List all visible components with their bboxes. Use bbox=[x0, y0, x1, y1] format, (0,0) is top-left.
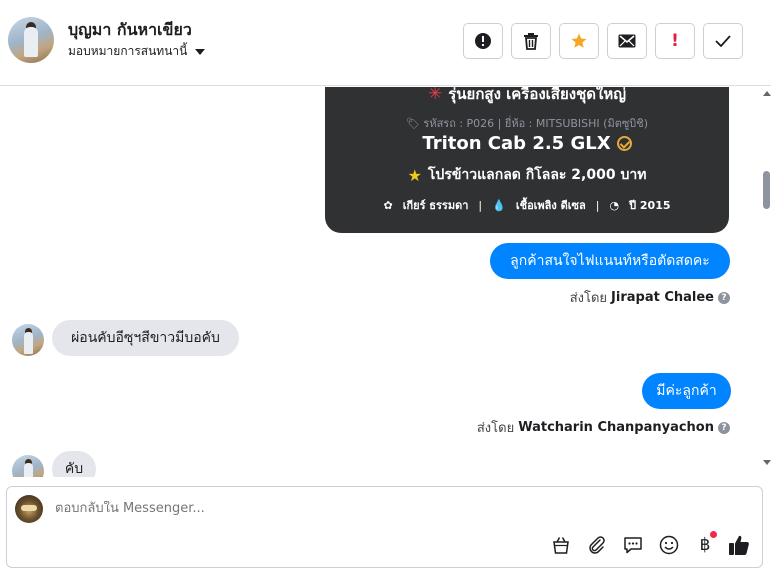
contact-avatar-small[interactable] bbox=[12, 324, 44, 356]
fuel-drop-icon: 💧 bbox=[492, 198, 506, 212]
like-button[interactable] bbox=[727, 533, 751, 557]
spec-fuel: เชื้อเพลิง ดีเซล bbox=[515, 199, 586, 212]
mark-unread-button[interactable] bbox=[607, 23, 647, 59]
envelope-icon bbox=[618, 34, 636, 48]
sent-by-label: ส่งโดย Jirapat Chalee ? bbox=[570, 287, 730, 308]
divider: | bbox=[478, 198, 483, 212]
attach-button[interactable] bbox=[585, 533, 609, 557]
saved-replies-button[interactable] bbox=[621, 533, 645, 557]
contact-avatar[interactable] bbox=[8, 17, 54, 63]
scrollbar[interactable] bbox=[762, 87, 771, 469]
card-promo: โปรข้าวแลกลด กิโลละ 2,000 บาท bbox=[427, 167, 647, 183]
message-bubble-incoming[interactable]: คับ bbox=[52, 451, 96, 477]
card-model: Triton Cab 2.5 GLX bbox=[422, 133, 611, 154]
baht-payment-icon: ฿ bbox=[699, 535, 711, 555]
sender-name: Watcharin Chanpanyachon bbox=[518, 420, 714, 435]
question-icon[interactable]: ? bbox=[718, 291, 730, 304]
spec-year: ปี 2015 bbox=[629, 199, 671, 212]
message-bubble-incoming[interactable]: ผ่อนคับอีซุฯสีขาวมีบอคับ bbox=[52, 320, 239, 356]
conversation-header: บุญมา กันหาเขียว มอบหมายการสนทนานี้ ! bbox=[0, 0, 771, 86]
mark-done-button[interactable] bbox=[703, 23, 743, 59]
card-title: รุ่นยกสูง เครื่องเสียงชุดใหญ่ bbox=[448, 87, 626, 103]
page-avatar bbox=[15, 495, 43, 523]
mark-spam-button[interactable] bbox=[463, 23, 503, 59]
divider: | bbox=[595, 198, 600, 212]
asterisk-icon: ✳ bbox=[428, 87, 443, 104]
payment-button[interactable]: ฿ bbox=[693, 531, 717, 557]
gear-icon: ✿ bbox=[383, 198, 393, 212]
saved-replies-icon bbox=[624, 537, 642, 554]
product-card[interactable]: ✳ รุ่นยกสูง เครื่องเสียงชุดใหญ่ 🏷 รหัสรถ… bbox=[325, 87, 729, 233]
message-thread: ✳ รุ่นยกสูง เครื่องเสียงชุดใหญ่ 🏷 รหัสรถ… bbox=[0, 87, 762, 477]
reply-input[interactable] bbox=[55, 501, 655, 516]
scroll-up-arrow-icon[interactable] bbox=[763, 91, 771, 96]
spec-transmission: เกียร์ ธรรมดา bbox=[402, 199, 469, 212]
emoji-button[interactable] bbox=[657, 533, 681, 557]
contact-avatar-small[interactable] bbox=[12, 455, 44, 477]
card-meta-text: รหัสรถ : P026 | ยี่ห้อ : MITSUBISHI (มิต… bbox=[423, 117, 649, 130]
scrollbar-thumb[interactable] bbox=[763, 171, 770, 209]
card-title-row: ✳ รุ่นยกสูง เครื่องเสียงชุดใหญ่ bbox=[325, 87, 729, 106]
verified-check-icon bbox=[616, 136, 632, 151]
check-icon bbox=[715, 35, 731, 47]
tag-icon: 🏷 bbox=[405, 117, 420, 130]
follow-up-button[interactable]: ! bbox=[655, 23, 695, 59]
star-button[interactable] bbox=[559, 23, 599, 59]
star-icon: ★ bbox=[407, 165, 422, 185]
message-text: ลูกค้าสนใจไฟแนนท์หรือตัดสดคะ bbox=[510, 253, 710, 269]
card-promo-row: ★ โปรข้าวแลกลด กิโลละ 2,000 บาท bbox=[325, 164, 729, 186]
card-model-row: Triton Cab 2.5 GLX bbox=[325, 133, 729, 154]
emoji-icon bbox=[659, 535, 679, 555]
shopping-bag-icon bbox=[553, 537, 569, 554]
sent-by-prefix: ส่งโดย bbox=[569, 291, 608, 306]
notification-dot bbox=[710, 531, 717, 538]
card-specs: ✿ เกียร์ ธรรมดา | 💧 เชื้อเพลิง ดีเซล | ◔… bbox=[325, 196, 729, 214]
exclamation-icon: ! bbox=[671, 31, 679, 51]
thumbs-up-icon bbox=[729, 535, 749, 555]
message-text: คับ bbox=[64, 461, 84, 477]
message-bubble-outgoing[interactable]: มีค่ะลูกค้า bbox=[642, 373, 731, 409]
message-bubble-outgoing[interactable]: ลูกค้าสนใจไฟแนนท์หรือตัดสดคะ bbox=[490, 243, 730, 279]
delete-button[interactable] bbox=[511, 23, 551, 59]
paperclip-icon bbox=[589, 536, 605, 554]
assign-conversation-dropdown[interactable]: มอบหมายการสนทนานี้ bbox=[68, 42, 206, 61]
shopping-bag-button[interactable] bbox=[549, 533, 573, 557]
trash-icon bbox=[524, 33, 538, 50]
message-text: ผ่อนคับอีซุฯสีขาวมีบอคับ bbox=[71, 330, 220, 346]
message-text: มีค่ะลูกค้า bbox=[656, 383, 717, 399]
assign-label: มอบหมายการสนทนานี้ bbox=[68, 44, 188, 58]
contact-name[interactable]: บุญมา กันหาเขียว bbox=[68, 18, 192, 43]
reply-composer: ฿ bbox=[6, 486, 763, 568]
question-icon[interactable]: ? bbox=[718, 421, 730, 434]
card-meta: 🏷 รหัสรถ : P026 | ยี่ห้อ : MITSUBISHI (ม… bbox=[325, 114, 729, 132]
caret-down-icon bbox=[195, 48, 206, 55]
scroll-down-arrow-icon[interactable] bbox=[763, 460, 771, 465]
star-icon bbox=[571, 33, 587, 48]
gauge-icon: ◔ bbox=[609, 198, 620, 212]
sent-by-prefix: ส่งโดย bbox=[476, 421, 515, 436]
sent-by-label: ส่งโดย Watcharin Chanpanyachon ? bbox=[477, 417, 730, 438]
sender-name: Jirapat Chalee bbox=[611, 290, 714, 305]
alert-circle-icon bbox=[475, 33, 491, 49]
